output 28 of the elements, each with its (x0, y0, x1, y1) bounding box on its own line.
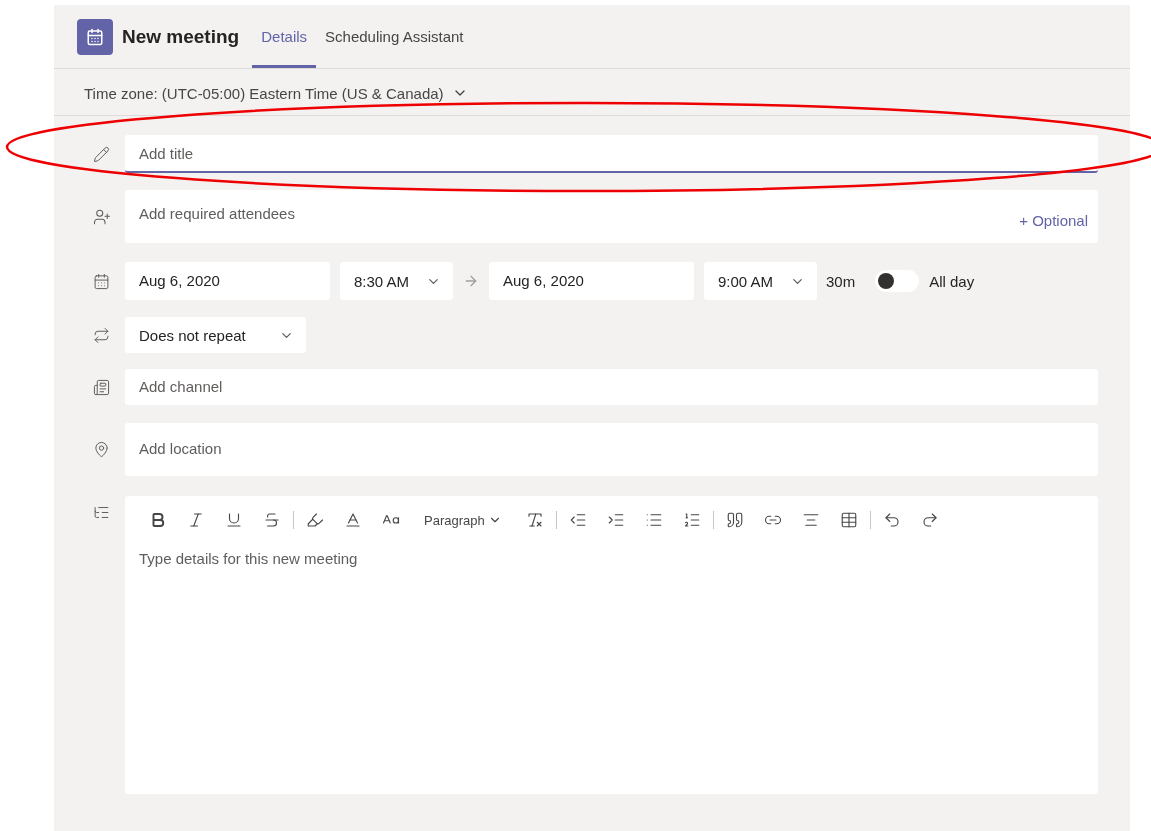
time-zone-dropdown[interactable]: Time zone: (UTC-05:00) Eastern Time (US & Canada) (84, 80, 468, 106)
repeat-dropdown[interactable]: Does not repeat (125, 317, 306, 353)
details-editor[interactable]: Paragraph Type details for this new meeting (125, 496, 1098, 794)
calendar-app-icon (77, 18, 113, 55)
location-field[interactable]: Add location (125, 423, 1098, 476)
paragraph-dropdown[interactable]: Paragraph (424, 508, 502, 532)
title-field[interactable]: Add title (125, 135, 1098, 173)
pencil-icon (93, 145, 110, 163)
details-placeholder: Type details for this new meeting (139, 550, 358, 567)
duration-label: 30m (826, 272, 856, 290)
end-time-dropdown[interactable]: 9:00 AM (704, 262, 817, 300)
location-pin-icon (93, 441, 110, 458)
all-day-toggle[interactable] (875, 270, 920, 292)
calendar-icon (93, 272, 110, 290)
tab[interactable]: Scheduling Assistant (316, 5, 473, 68)
start-time-dropdown[interactable]: 8:30 AM (340, 262, 453, 300)
add-person-icon (92, 207, 111, 226)
meeting-title: New meeting (122, 25, 240, 48)
channel-field[interactable]: Add channel (125, 369, 1098, 405)
all-day-label: All day (929, 272, 975, 290)
end-date-field[interactable]: Aug 6, 2020 (489, 262, 694, 300)
repeat-icon (93, 326, 110, 344)
start-date-field[interactable]: Aug 6, 2020 (125, 262, 330, 300)
channel-icon (93, 378, 110, 396)
tab[interactable]: Details (252, 5, 317, 68)
arrow-icon (463, 273, 479, 289)
details-list-icon (93, 504, 110, 521)
optional-link[interactable]: + Optional (1019, 212, 1088, 229)
